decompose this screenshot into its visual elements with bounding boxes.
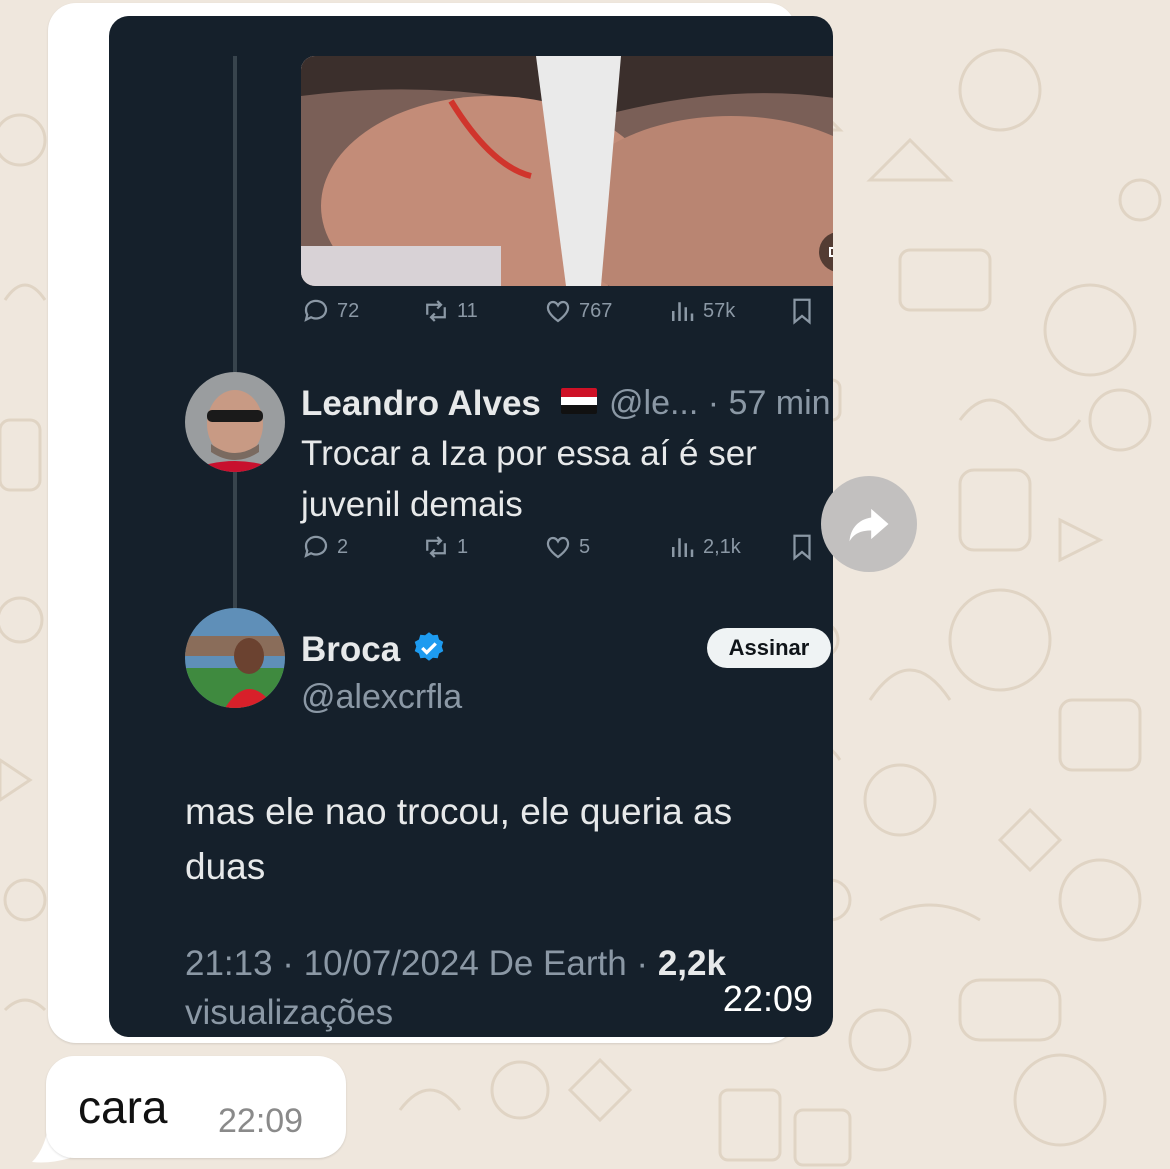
post-views-count: 2,2k [657, 944, 726, 983]
reply-count: 2 [337, 535, 349, 558]
reply-icon [304, 535, 328, 558]
repost-icon [426, 536, 446, 558]
mute-button[interactable] [819, 232, 833, 272]
avatar-leandro[interactable] [185, 372, 285, 472]
post-text-line1: mas ele nao trocou, ele queria as [185, 791, 733, 832]
views-icon [672, 538, 694, 557]
image-message-time: 22:09 [722, 978, 813, 1019]
reply-text-line1: Trocar a Iza por essa aí é ser [301, 434, 757, 473]
views-action[interactable]: 57k [667, 295, 735, 327]
post-handle: @alexcrfla [301, 678, 463, 716]
message-text: cara [78, 1081, 168, 1133]
bookmark-icon [793, 534, 811, 561]
flag-icon [561, 388, 597, 414]
reply-handle-time: @le... · 57 min [609, 384, 831, 422]
bookmark-action[interactable] [787, 295, 817, 327]
tweet-screenshot[interactable]: 72 11 767 57k Leandro Alves @le... · 57 … [109, 16, 833, 1037]
post-views-label: visualizações [185, 993, 394, 1032]
views-action[interactable]: 2,1k [667, 531, 741, 563]
follow-button[interactable]: Assinar [707, 628, 831, 668]
reply-actions: 2 1 5 2,1k [301, 531, 833, 563]
verified-badge-icon [414, 632, 444, 661]
repost-count: 1 [457, 535, 469, 558]
like-action[interactable]: 5 [543, 531, 590, 563]
views-icon [672, 302, 694, 321]
reply-author-name[interactable]: Leandro Alves [301, 384, 541, 424]
reply-action[interactable]: 2 [301, 531, 348, 563]
avatar-broca[interactable] [185, 608, 285, 708]
thread-line [233, 56, 237, 378]
forward-icon [849, 508, 889, 542]
post-actions: 72 11 767 57k [301, 295, 833, 327]
repost-count: 11 [457, 299, 478, 322]
image-message-bubble[interactable]: 72 11 767 57k Leandro Alves @le... · 57 … [48, 3, 833, 1043]
post-timestamp: 21:13 · 10/07/2024 De Earth · [185, 944, 658, 983]
like-icon [546, 536, 570, 559]
post-author-name[interactable]: Broca [301, 630, 400, 670]
bookmark-action[interactable] [787, 531, 817, 563]
post-timestamp-line: 21:13 · 10/07/2024 De Earth · 2,2k [185, 944, 726, 984]
reply-icon [304, 299, 328, 322]
message-time: 22:09 [218, 1102, 304, 1140]
repost-icon [426, 300, 446, 322]
mute-icon [829, 247, 833, 257]
video-frame [301, 56, 833, 286]
like-action[interactable]: 767 [543, 295, 612, 327]
repost-action[interactable]: 1 [421, 531, 468, 563]
post-text-line2: duas [185, 846, 266, 887]
thread-line [233, 472, 237, 612]
repost-action[interactable]: 11 [421, 295, 478, 327]
bookmark-icon [793, 298, 811, 325]
avatar-image [185, 608, 285, 708]
like-icon [546, 300, 570, 323]
like-count: 767 [579, 299, 613, 322]
avatar-image [185, 372, 285, 472]
reply-action[interactable]: 72 [301, 295, 359, 327]
text-message-bubble[interactable]: cara 22:09 [46, 1056, 346, 1158]
views-count: 57k [703, 299, 736, 322]
reply-text-line2: juvenil demais [301, 485, 523, 524]
like-count: 5 [579, 535, 591, 558]
views-count: 2,1k [703, 535, 741, 558]
forward-button[interactable] [821, 476, 917, 572]
reply-count: 72 [337, 299, 360, 322]
video-preview[interactable] [301, 56, 833, 286]
